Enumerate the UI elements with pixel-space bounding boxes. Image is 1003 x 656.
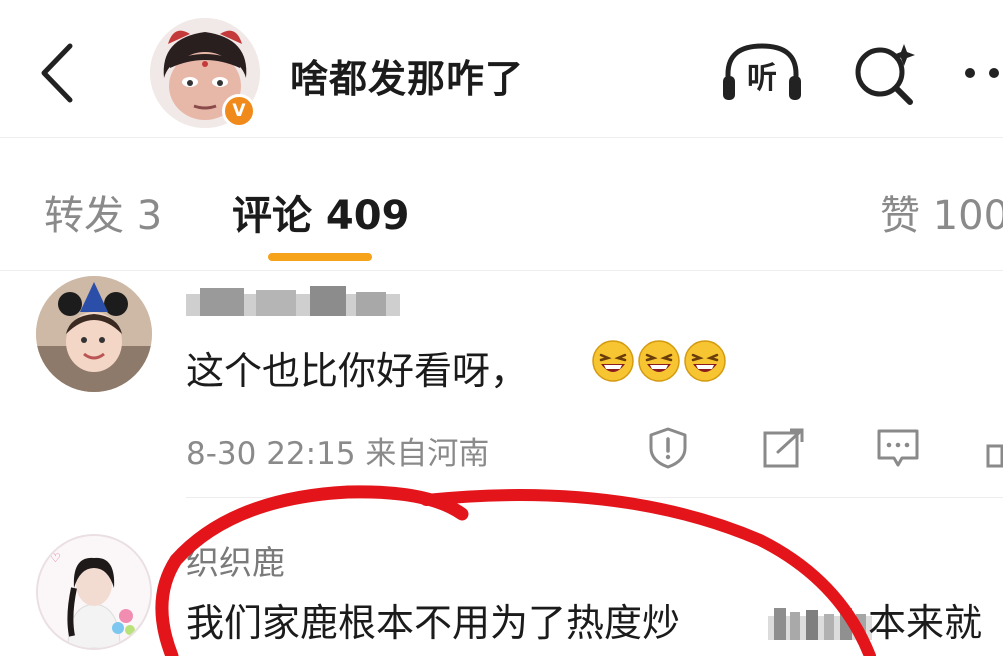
laughing-emoji-icon: [684, 340, 726, 382]
repost-icon[interactable]: [762, 426, 806, 470]
tab-likes[interactable]: 赞 100: [880, 183, 1003, 241]
comment-text-tail: 本来就: [868, 601, 983, 645]
headphones-icon: 听: [723, 43, 801, 100]
comment-divider: [186, 497, 1003, 498]
avatar-image: [36, 276, 152, 392]
comment-text: 这个也比你好看呀，: [186, 349, 529, 393]
verified-badge: V: [222, 94, 256, 128]
text-redacted: [768, 608, 872, 640]
comment-avatar[interactable]: [36, 276, 152, 392]
account-name[interactable]: 啥都发那咋了: [290, 48, 524, 103]
comment-avatar[interactable]: ♡: [36, 534, 152, 650]
comment-text: 我们家鹿根本不用为了热度炒: [186, 601, 681, 645]
more-dots-icon: [965, 68, 999, 78]
laughing-emoji-icon: [638, 340, 680, 382]
more-button[interactable]: [960, 60, 1003, 86]
listen-button[interactable]: 听: [720, 40, 804, 104]
tab-repost[interactable]: 转发 3: [44, 183, 162, 241]
username-redacted: [186, 280, 400, 316]
chevron-left-icon: [41, 43, 73, 103]
active-tab-indicator: [268, 253, 372, 261]
report-icon[interactable]: [646, 426, 690, 470]
back-button[interactable]: [36, 40, 80, 106]
search-button[interactable]: [850, 40, 918, 108]
like-icon[interactable]: [984, 426, 1003, 470]
search-sparkle-icon: [855, 44, 915, 105]
listen-label: 听: [747, 61, 777, 96]
avatar-image: ♡: [38, 536, 150, 648]
comment-meta: 8-30 22:15 来自河南: [186, 436, 490, 472]
comment-icon[interactable]: [876, 426, 920, 470]
tab-bar: 转发 3 评论 409 赞 100: [0, 139, 1003, 271]
comment-username[interactable]: 织织鹿: [186, 536, 285, 584]
top-bar: V 啥都发那咋了 听: [0, 0, 1003, 138]
svg-text:♡: ♡: [50, 551, 61, 565]
tab-comments[interactable]: 评论 409: [232, 183, 409, 241]
laughing-emoji-icon: [592, 340, 634, 382]
